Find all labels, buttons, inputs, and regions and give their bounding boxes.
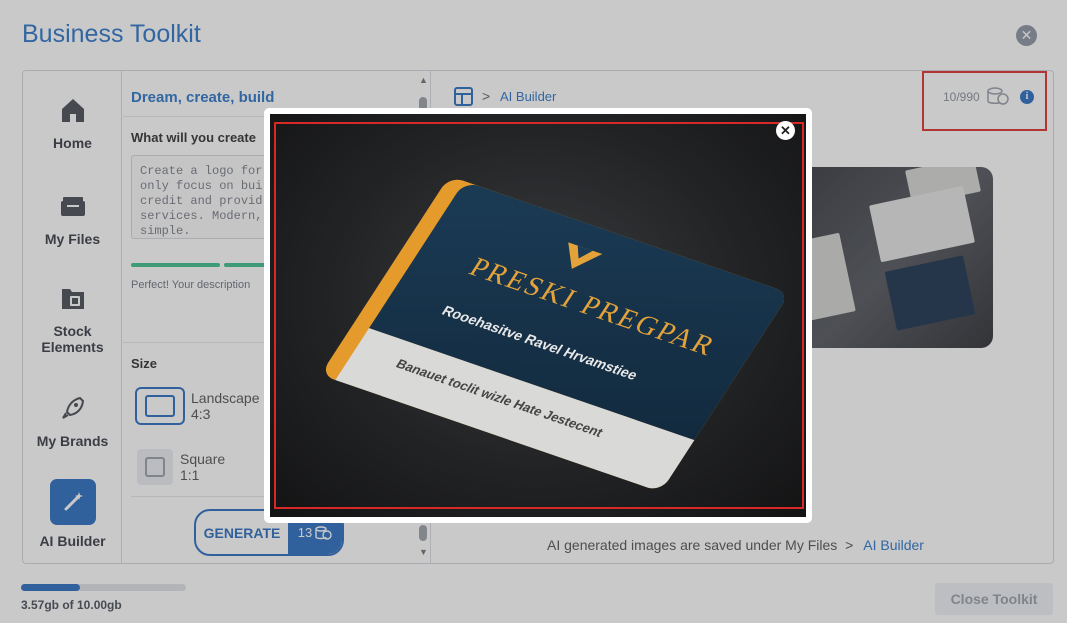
close-icon[interactable]: ✕ bbox=[776, 121, 795, 140]
image-preview-modal: PRESKI PREGPAR Rooehasitve Ravel Hrvamst… bbox=[264, 108, 812, 523]
highlight-box bbox=[274, 122, 804, 509]
